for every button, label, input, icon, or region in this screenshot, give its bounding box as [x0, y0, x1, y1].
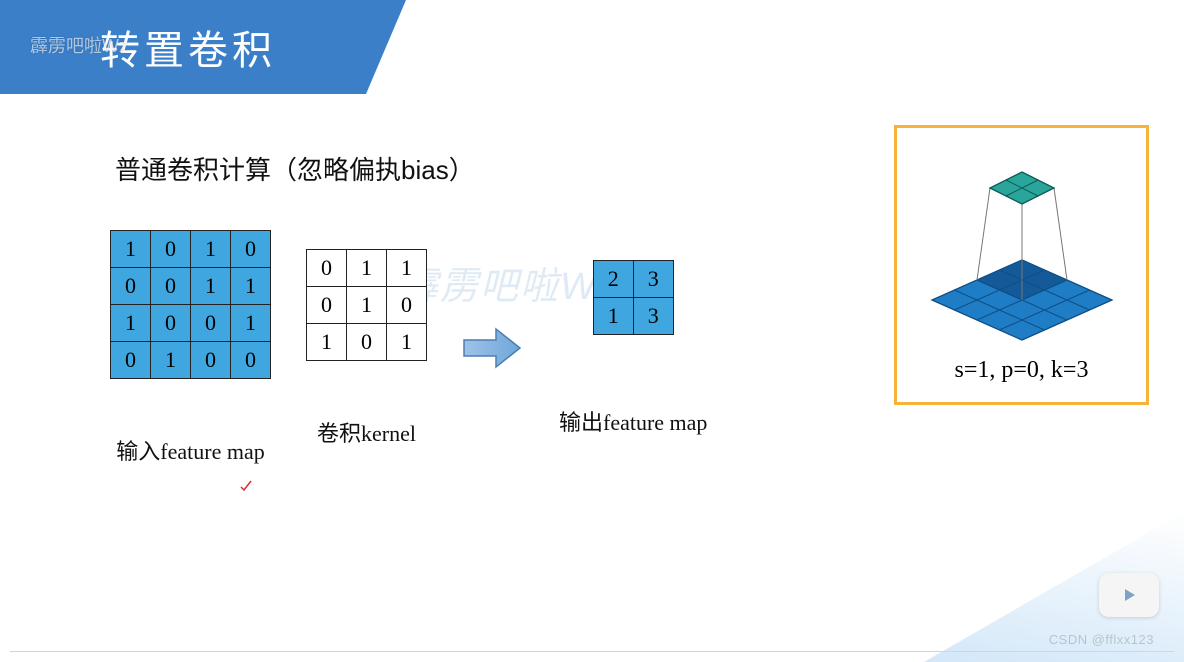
input-matrix: 1 0 1 0 0 0 1 1 1 0 0 1 0 1 0 0: [110, 230, 271, 379]
cell: 1: [111, 305, 151, 342]
cell: 0: [231, 342, 271, 379]
cell: 0: [231, 231, 271, 268]
watermark-top-left: 霹雳吧啦Wz: [30, 32, 128, 58]
cell: 3: [633, 297, 673, 334]
cell: 1: [593, 297, 633, 334]
video-play-badge[interactable]: [1099, 573, 1159, 617]
right-illustration-box: s=1, p=0, k=3: [894, 125, 1149, 405]
cell: 1: [387, 323, 427, 360]
cell: 1: [231, 268, 271, 305]
output-column: 2 3 1 3 输出feature map: [559, 260, 707, 437]
right-caption: s=1, p=0, k=3: [955, 357, 1089, 384]
cell: 1: [191, 268, 231, 305]
convolution-row: 1 0 1 0 0 0 1 1 1 0 0 1 0 1 0 0: [110, 230, 707, 466]
section-subtitle: 普通卷积计算（忽略偏执bias）: [115, 150, 475, 187]
bottom-divider: [10, 651, 1174, 652]
cell: 0: [347, 323, 387, 360]
cell: 0: [307, 249, 347, 286]
input-column: 1 0 1 0 0 0 1 1 1 0 0 1 0 1 0 0: [110, 230, 271, 466]
input-label: 输入feature map: [116, 434, 264, 466]
cell: 1: [111, 231, 151, 268]
cell: 1: [231, 305, 271, 342]
cell: 0: [111, 268, 151, 305]
cell: 3: [633, 260, 673, 297]
cell: 1: [387, 249, 427, 286]
kernel-label: 卷积kernel: [317, 416, 416, 448]
cell: 1: [307, 323, 347, 360]
cell: 2: [593, 260, 633, 297]
play-icon: [1119, 585, 1139, 605]
cell: 1: [347, 249, 387, 286]
cell: 0: [307, 286, 347, 323]
cell: 0: [151, 231, 191, 268]
output-label: 输出feature map: [559, 405, 707, 437]
cell: 1: [347, 286, 387, 323]
arrow-right-icon: [462, 323, 524, 373]
cell: 1: [151, 342, 191, 379]
output-matrix: 2 3 1 3: [593, 260, 674, 335]
red-mark-icon: [240, 480, 252, 492]
footer-watermark: CSDN @fflxx123: [1049, 632, 1154, 647]
cell: 0: [111, 342, 151, 379]
kernel-matrix: 0 1 1 0 1 0 1 0 1: [306, 249, 427, 361]
cell: 0: [387, 286, 427, 323]
cell: 1: [191, 231, 231, 268]
cell: 0: [151, 268, 191, 305]
cell: 0: [151, 305, 191, 342]
cell: 0: [191, 305, 231, 342]
transpose-conv-3d-icon: [912, 150, 1132, 345]
kernel-column: 0 1 1 0 1 0 1 0 1 卷积kernel: [306, 249, 427, 448]
cell: 0: [191, 342, 231, 379]
